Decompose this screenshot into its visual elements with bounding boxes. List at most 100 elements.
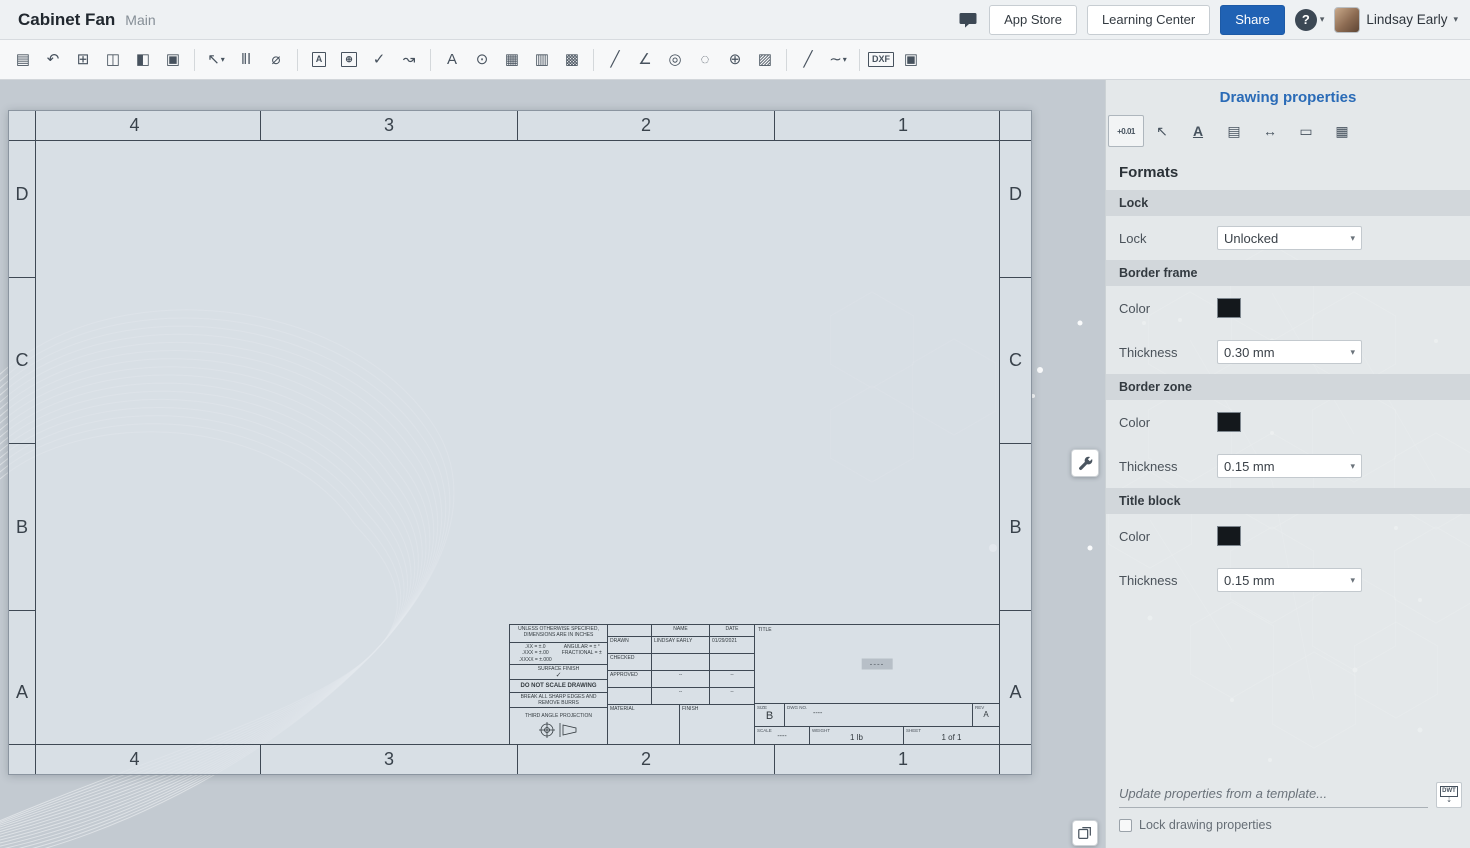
border-frame-color-swatch[interactable]: [1217, 298, 1241, 318]
dimension-icon[interactable]: ↖▾: [201, 45, 231, 75]
title-block-color-swatch[interactable]: [1217, 526, 1241, 546]
geometric-tolerance-icon[interactable]: ⊕: [334, 45, 364, 75]
text-icon[interactable]: A: [437, 45, 467, 75]
lock-select[interactable]: Unlocked ▾: [1217, 226, 1362, 250]
tab-view-frame[interactable]: ▭: [1288, 115, 1324, 147]
zone-label: 3: [261, 111, 518, 140]
material-label: MATERIAL: [608, 705, 680, 744]
center-mark-icon[interactable]: ◎: [660, 45, 690, 75]
hole-table-icon[interactable]: ▩: [557, 45, 587, 75]
sheets-icon: [1077, 825, 1093, 841]
zone-label: 1: [775, 111, 1031, 140]
lock-row: Lock Unlocked ▾: [1119, 226, 1470, 250]
projected-view-icon[interactable]: ◫: [98, 45, 128, 75]
finish-label: FINISH: [680, 705, 754, 744]
table-icon[interactable]: ▦: [497, 45, 527, 75]
title-value[interactable]: ----: [862, 659, 893, 670]
tab-units-precision-icon: +0.01: [1117, 127, 1135, 136]
title-block-thickness-select[interactable]: 0.15 mm ▾: [1217, 568, 1362, 592]
weight-cell: WEIGHT 1 lb: [810, 727, 904, 744]
formats-heading: Formats: [1119, 164, 1470, 181]
tab-leaders[interactable]: ↔: [1252, 115, 1288, 147]
zone-label: C: [9, 278, 35, 444]
zone-label: 2: [518, 111, 775, 140]
tab-sheet-style[interactable]: ▤: [1216, 115, 1252, 147]
bom-table-icon[interactable]: ▥: [527, 45, 557, 75]
crop-view-icon[interactable]: ▣: [158, 45, 188, 75]
sheets-panel-button[interactable]: [1072, 820, 1098, 846]
help-menu[interactable]: ? ▾: [1295, 9, 1325, 31]
balloon-icon[interactable]: ⊙: [467, 45, 497, 75]
chevron-down-icon: ▾: [221, 55, 225, 64]
sheet-properties-icon[interactable]: ▤: [8, 45, 38, 75]
section-view-icon[interactable]: ◧: [128, 45, 158, 75]
border-zone-thickness-row: Thickness 0.15 mm ▾: [1119, 454, 1470, 478]
dwt-template-button[interactable]: DWT ⇣: [1436, 782, 1462, 808]
centerline-icon[interactable]: ╱: [600, 45, 630, 75]
dxf-dwg-export-icon[interactable]: DXF: [866, 45, 896, 75]
border-frame-color-row: Color: [1119, 296, 1470, 320]
user-menu[interactable]: Lindsay Early ▾: [1334, 7, 1458, 33]
zone-label: 3: [261, 745, 518, 774]
hatch-icon[interactable]: ▨: [750, 45, 780, 75]
tolerance-values: .XX = ±.0 .XXX = ±.00 .XXXX = ±.000 ANGU…: [510, 643, 607, 665]
zone-label: D: [9, 111, 35, 278]
title-block-signature-column: NAME DATE DRAWN LINDSAY EARLY 01/29/2021…: [608, 625, 755, 744]
title-block[interactable]: UNLESS OTHERWISE SPECIFIED, DIMENSIONS A…: [509, 624, 999, 744]
document-title: Cabinet Fan: [18, 10, 115, 30]
toolbar-separator: [593, 49, 594, 71]
surface-finish-icon[interactable]: ✓: [364, 45, 394, 75]
update-from-template-field[interactable]: Update properties from a template...: [1119, 782, 1428, 808]
share-button[interactable]: Share: [1220, 5, 1285, 35]
chevron-down-icon: ▾: [1350, 575, 1355, 586]
zone-label: C: [1000, 278, 1031, 444]
zone-label: B: [9, 444, 35, 611]
third-angle-projection-icon: [538, 721, 580, 739]
zone-label: A: [9, 611, 35, 774]
diameter-dimension-icon[interactable]: ⌀: [261, 45, 291, 75]
help-icon: ?: [1295, 9, 1317, 31]
insert-view-icon[interactable]: ⊞: [68, 45, 98, 75]
app-store-button[interactable]: App Store: [989, 5, 1077, 35]
scale-cell: SCALE ----: [755, 727, 810, 744]
dwg-no-cell: DWG NO. ----: [785, 704, 973, 726]
rev-cell: REV A: [973, 704, 999, 726]
tab-text-style[interactable]: A: [1180, 115, 1216, 147]
tab-units-precision[interactable]: +0.01: [1108, 115, 1144, 147]
date-column-header: DATE: [710, 625, 754, 636]
material-finish-row: MATERIAL FINISH: [608, 705, 754, 744]
zone-band-left: D C B A: [9, 111, 36, 774]
undo-icon[interactable]: ↶: [38, 45, 68, 75]
workspace-name[interactable]: Main: [125, 12, 155, 28]
zone-label: A: [1000, 611, 1031, 774]
border-zone-thickness-select[interactable]: 0.15 mm ▾: [1217, 454, 1362, 478]
image-icon[interactable]: ▣: [896, 45, 926, 75]
section-header-border-zone: Border zone: [1106, 374, 1470, 400]
spline-icon[interactable]: ∼▾: [823, 45, 853, 75]
comment-icon[interactable]: [957, 9, 979, 31]
drawing-sheet[interactable]: 4 3 2 1 4 3 2 1 D C B A D C B A UNLESS O…: [8, 110, 1032, 775]
center-point-icon[interactable]: ⊕: [720, 45, 750, 75]
chevron-down-icon: ▾: [1320, 14, 1325, 25]
ordinate-dimension-icon[interactable]: ‖ǀ: [231, 45, 261, 75]
weld-symbol-icon[interactable]: ↝: [394, 45, 424, 75]
zone-label: B: [1000, 444, 1031, 611]
border-frame-thickness-select[interactable]: 0.30 mm ▾: [1217, 340, 1362, 364]
lock-drawing-properties-checkbox[interactable]: [1119, 819, 1132, 832]
tab-table-style[interactable]: ▦: [1324, 115, 1360, 147]
drawn-name: LINDSAY EARLY: [652, 637, 710, 653]
learning-center-button[interactable]: Learning Center: [1087, 5, 1210, 35]
zone-band-bottom: 4 3 2 1: [9, 744, 1031, 774]
tab-dimension-style-icon: ↖: [1156, 123, 1168, 140]
circular-centerline-icon[interactable]: ◌: [690, 45, 720, 75]
modify-tools-button[interactable]: [1071, 449, 1099, 477]
drawn-date: 01/29/2021: [710, 637, 754, 653]
chevron-down-icon: ▾: [843, 55, 847, 64]
note-icon[interactable]: A: [304, 45, 334, 75]
centerline-between-lines-icon[interactable]: ∠: [630, 45, 660, 75]
tab-dimension-style[interactable]: ↖: [1144, 115, 1180, 147]
line-icon[interactable]: ╱: [793, 45, 823, 75]
border-zone-color-swatch[interactable]: [1217, 412, 1241, 432]
chevron-down-icon: ▾: [1350, 347, 1355, 358]
tab-table-style-icon: ▦: [1335, 123, 1348, 140]
